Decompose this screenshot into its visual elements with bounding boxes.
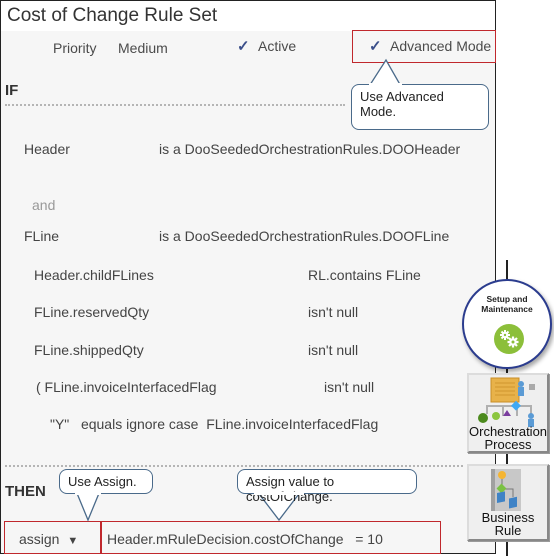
callout-use-assign: Use Assign. — [59, 469, 153, 494]
condition-left[interactable]: "Y" equals ignore case FLine.invoiceInte… — [50, 416, 378, 432]
orchestration-process-icon — [478, 377, 535, 427]
then-label: THEN — [5, 483, 46, 500]
setup-and-maintenance-label: Setup and Maintenance — [481, 294, 533, 314]
pattern-type[interactable]: is a DooSeededOrchestrationRules.DOOHead… — [159, 141, 460, 157]
callout-advanced-mode: Use Advanced Mode. — [351, 84, 489, 130]
action-select[interactable]: assign ▼ — [19, 531, 78, 547]
priority-label: Priority — [53, 40, 97, 56]
callout-pointer-mask — [75, 492, 101, 495]
check-icon: ✓ — [237, 38, 250, 55]
advanced-mode-label: Advanced Mode — [390, 38, 492, 54]
if-label: IF — [5, 82, 19, 99]
connector-line — [506, 540, 508, 556]
priority-value[interactable]: Medium — [118, 40, 168, 56]
active-checkbox[interactable]: ✓ Active — [237, 37, 296, 56]
condition-right[interactable]: RL.contains FLine — [308, 267, 421, 283]
check-icon: ✓ — [369, 38, 382, 55]
advanced-mode-checkbox[interactable]: ✓ Advanced Mode — [369, 37, 491, 56]
title-bar: Cost of Change Rule Set — [1, 1, 495, 31]
orchestration-process-label: Orchestration Process — [469, 424, 548, 452]
pattern-variable[interactable]: FLine — [24, 228, 59, 244]
condition-right[interactable]: isn't null — [308, 304, 358, 320]
condition-right[interactable]: isn't null — [308, 342, 358, 358]
callout-pointer-mask — [254, 492, 304, 495]
connector-line — [506, 260, 508, 280]
section-divider — [5, 465, 463, 467]
orchestration-process-tile[interactable]: Orchestration Process — [467, 373, 549, 453]
condition-left[interactable]: FLine.reservedQty — [34, 304, 149, 320]
callout-assign-value: Assign value to costOfChange. — [237, 469, 417, 504]
callout-pointer-mask — [369, 83, 402, 86]
connector-line — [506, 452, 508, 464]
condition-left[interactable]: ( FLine.invoiceInterfacedFlag — [36, 379, 217, 395]
setup-and-maintenance-icon[interactable]: Setup and Maintenance — [462, 279, 552, 369]
pattern-variable[interactable]: Header — [24, 141, 70, 157]
and-connector: and — [32, 197, 56, 213]
business-rule-tile[interactable]: Business Rule — [467, 464, 549, 541]
active-label: Active — [258, 38, 297, 54]
dropdown-arrow-icon: ▼ — [67, 535, 79, 547]
business-rule-icon — [491, 469, 521, 511]
action-select-value: assign — [19, 531, 60, 547]
condition-left[interactable]: FLine.shippedQty — [34, 342, 144, 358]
condition-left[interactable]: Header.childFLines — [34, 267, 154, 283]
business-rule-label: Business Rule — [481, 510, 535, 538]
pattern-type[interactable]: is a DooSeededOrchestrationRules.DOOFLin… — [159, 228, 449, 244]
gears-icon — [494, 324, 524, 354]
action-expression[interactable]: Header.mRuleDecision.costOfChange = 10 — [107, 531, 383, 547]
condition-right[interactable]: isn't null — [324, 379, 374, 395]
section-divider — [5, 104, 345, 106]
page-title: Cost of Change Rule Set — [7, 5, 218, 26]
